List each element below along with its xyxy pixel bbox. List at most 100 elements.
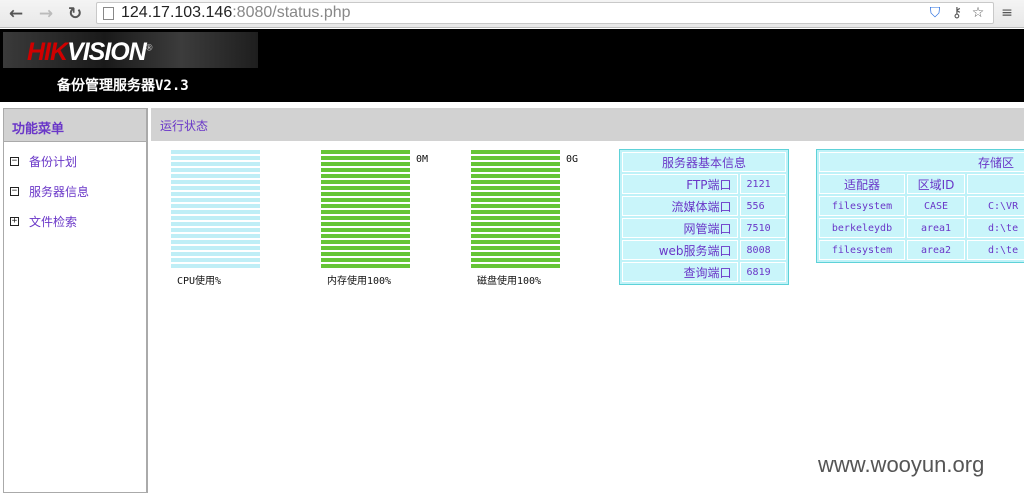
gauge-segment xyxy=(171,174,260,178)
gauge-segment xyxy=(471,198,560,202)
disk-usage-label: 磁盘使用100% xyxy=(477,276,542,287)
gauge-segment xyxy=(471,264,560,268)
gauge-segment xyxy=(321,162,410,166)
gauge-segment xyxy=(321,246,410,250)
page-icon xyxy=(103,7,114,20)
back-arrow-icon[interactable]: ← xyxy=(6,4,26,24)
gauge-segment xyxy=(321,150,410,154)
disk-usage-gauge xyxy=(471,150,560,269)
sidebar-item-backup-plan[interactable]: − 备份计划 xyxy=(10,153,77,169)
app-header: HIKVISION® 备份管理服务器V2.3 xyxy=(0,29,1024,102)
sidebar-item-file-search[interactable]: + 文件检索 xyxy=(10,213,77,229)
browser-toolbar: ← → ↻ 124.17.103.146:8080/status.php ⛉ ⚷… xyxy=(0,0,1024,28)
gauge-segment xyxy=(471,252,560,256)
reload-icon[interactable]: ↻ xyxy=(65,4,85,24)
cpu-usage-label: CPU使用% xyxy=(177,276,222,287)
table-row: 查询端口 6819 xyxy=(622,262,786,282)
gauge-segment xyxy=(321,156,410,160)
gauge-segment xyxy=(171,198,260,202)
gauge-segment xyxy=(321,240,410,244)
storage-table: 存储区 适配器 区域ID 路 filesystemCASEC:\VR berke… xyxy=(816,149,1024,263)
gauge-segment xyxy=(171,192,260,196)
gauge-segment xyxy=(471,246,560,250)
disk-amount: 0G xyxy=(566,154,579,165)
collapse-icon[interactable]: − xyxy=(10,156,19,166)
storage-table-clip: 存储区 适配器 区域ID 路 filesystemCASEC:\VR berke… xyxy=(816,149,1024,264)
gauge-segment xyxy=(321,228,410,232)
gauge-segment xyxy=(471,168,560,172)
gauge-segment xyxy=(321,204,410,208)
gauge-segment xyxy=(471,228,560,232)
gauge-segment xyxy=(321,258,410,262)
gauge-segment xyxy=(171,246,260,250)
gauge-segment xyxy=(171,186,260,190)
gauge-segment xyxy=(171,234,260,238)
gauge-segment xyxy=(171,204,260,208)
url-text: 124.17.103.146:8080/status.php xyxy=(121,4,351,21)
gauge-segment xyxy=(321,234,410,238)
gauge-segment xyxy=(471,192,560,196)
star-icon[interactable]: ☆ xyxy=(969,3,987,23)
gauge-segment xyxy=(471,234,560,238)
gauge-segment xyxy=(471,186,560,190)
gauge-segment xyxy=(171,150,260,154)
gauge-segment xyxy=(171,258,260,262)
gauge-segment xyxy=(471,240,560,244)
gauge-segment xyxy=(471,150,560,154)
app-title: 备份管理服务器V2.3 xyxy=(57,78,189,94)
gauge-segment xyxy=(321,222,410,226)
gauge-segment xyxy=(471,156,560,160)
gauge-segment xyxy=(471,204,560,208)
gauge-segment xyxy=(471,162,560,166)
table-row: filesystem CASE C:\VR xyxy=(819,196,1024,216)
gauge-segment xyxy=(321,180,410,184)
gauge-segment xyxy=(321,252,410,256)
gauge-segment xyxy=(321,264,410,268)
table-row: FTP端口 2121 xyxy=(622,174,786,194)
gauge-segment xyxy=(321,168,410,172)
memory-usage-gauge xyxy=(321,150,410,269)
key-icon[interactable]: ⚷ xyxy=(948,3,966,23)
table-row: berkeleydb area1 d:\te xyxy=(819,218,1024,238)
address-bar[interactable]: 124.17.103.146:8080/status.php xyxy=(96,2,994,24)
gauge-segment xyxy=(471,174,560,178)
gauge-segment xyxy=(471,210,560,214)
watermark: www.wooyun.org xyxy=(818,452,985,477)
gauge-segment xyxy=(171,240,260,244)
gauge-segment xyxy=(321,186,410,190)
gauge-segment xyxy=(471,222,560,226)
sidebar-item-server-info[interactable]: − 服务器信息 xyxy=(10,183,89,199)
shield-icon[interactable]: ⛉ xyxy=(926,3,944,23)
gauge-segment xyxy=(321,192,410,196)
server-info-title: 服务器基本信息 xyxy=(622,152,786,172)
gauge-segment xyxy=(321,198,410,202)
menu-heading: 功能菜单 xyxy=(4,109,146,142)
sidebar: 功能菜单 − 备份计划 − 服务器信息 + 文件检索 xyxy=(3,108,148,493)
collapse-icon[interactable]: − xyxy=(10,186,19,196)
gauge-segment xyxy=(471,258,560,262)
gauge-segment xyxy=(171,162,260,166)
gauge-segment xyxy=(321,216,410,220)
hikvision-logo: HIKVISION® xyxy=(3,32,258,68)
gauge-segment xyxy=(471,216,560,220)
page-title: 运行状态 xyxy=(151,108,1024,141)
server-info-table: 服务器基本信息 FTP端口 2121 流媒体端口 556 网管端口 7510 web服… xyxy=(619,149,789,285)
gauge-segment xyxy=(171,222,260,226)
table-row: web服务端口 8008 xyxy=(622,240,786,260)
expand-icon[interactable]: + xyxy=(10,216,19,226)
gauge-segment xyxy=(321,174,410,178)
cpu-usage-gauge xyxy=(171,150,260,269)
forward-arrow-icon[interactable]: → xyxy=(36,4,56,24)
menu-icon[interactable]: ≡ xyxy=(998,3,1016,23)
gauge-segment xyxy=(171,216,260,220)
table-row: filesystem area2 d:\te xyxy=(819,240,1024,260)
gauge-segment xyxy=(171,156,260,160)
gauge-segment xyxy=(171,252,260,256)
gauge-segment xyxy=(171,210,260,214)
memory-usage-label: 内存使用100% xyxy=(327,276,392,287)
memory-amount: 0M xyxy=(416,154,429,165)
gauge-segment xyxy=(471,180,560,184)
gauge-segment xyxy=(321,210,410,214)
gauge-segment xyxy=(171,180,260,184)
table-row: 网管端口 7510 xyxy=(622,218,786,238)
